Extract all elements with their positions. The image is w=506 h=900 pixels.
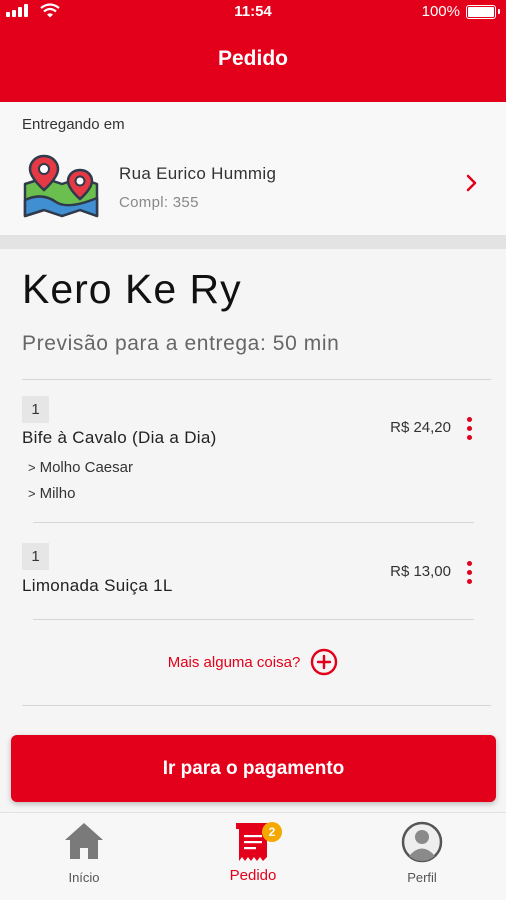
plus-circle-icon bbox=[311, 648, 338, 676]
tab-label: Perfil bbox=[407, 870, 437, 885]
status-bar: 11:54 100% bbox=[0, 0, 506, 24]
item-name: Bife à Cavalo (Dia a Dia) bbox=[22, 428, 217, 447]
address-street: Rua Eurico Hummig bbox=[119, 164, 277, 183]
tab-pedido[interactable]: Pedido bbox=[193, 813, 313, 900]
store-name: Kero Ke Ry bbox=[22, 266, 242, 312]
page-title: Pedido bbox=[217, 47, 288, 70]
chevron-right-icon[interactable] bbox=[466, 174, 478, 192]
delivery-address-card[interactable]: Entregando em Rua Eurico Hummig Compl: 3… bbox=[0, 102, 506, 235]
tab-perfil[interactable]: Perfil bbox=[362, 813, 482, 900]
divider bbox=[33, 522, 474, 523]
tab-inicio[interactable]: Início bbox=[24, 813, 144, 900]
home-icon bbox=[65, 823, 103, 859]
divider bbox=[33, 619, 474, 620]
item-price: R$ 24,20 bbox=[390, 419, 451, 436]
item-addon: > Molho Caesar bbox=[28, 459, 133, 476]
item-quantity: 1 bbox=[22, 396, 49, 423]
bottom-tab-bar: Início Pedido Perfil bbox=[0, 812, 506, 900]
item-name: Limonada Suiça 1L bbox=[22, 576, 173, 595]
map-pin-icon bbox=[23, 154, 99, 218]
battery-percent: 100% bbox=[421, 3, 460, 20]
address-complement: Compl: 355 bbox=[119, 194, 199, 211]
section-divider bbox=[0, 235, 506, 249]
tab-label: Pedido bbox=[229, 867, 277, 884]
tab-label: Início bbox=[68, 870, 100, 885]
item-options-icon[interactable] bbox=[467, 417, 473, 440]
delivery-label: Entregando em bbox=[22, 116, 125, 133]
user-avatar-icon bbox=[401, 821, 443, 863]
app-header: 11:54 100% Pedido bbox=[0, 0, 506, 102]
item-options-icon[interactable] bbox=[467, 561, 473, 584]
delivery-eta: Previsão para a entrega: 50 min bbox=[22, 332, 340, 355]
battery-icon bbox=[466, 5, 500, 19]
add-more-label: Mais alguma coisa? bbox=[167, 653, 301, 671]
item-quantity: 1 bbox=[22, 543, 49, 570]
item-addon: > Milho bbox=[28, 485, 76, 502]
divider bbox=[22, 379, 491, 380]
item-price: R$ 13,00 bbox=[390, 563, 451, 580]
go-to-payment-button[interactable]: Ir para o pagamento bbox=[11, 735, 496, 802]
cart-count-badge: 2 bbox=[262, 822, 282, 842]
add-more-button[interactable]: Mais alguma coisa? bbox=[0, 648, 506, 676]
divider bbox=[22, 705, 491, 706]
